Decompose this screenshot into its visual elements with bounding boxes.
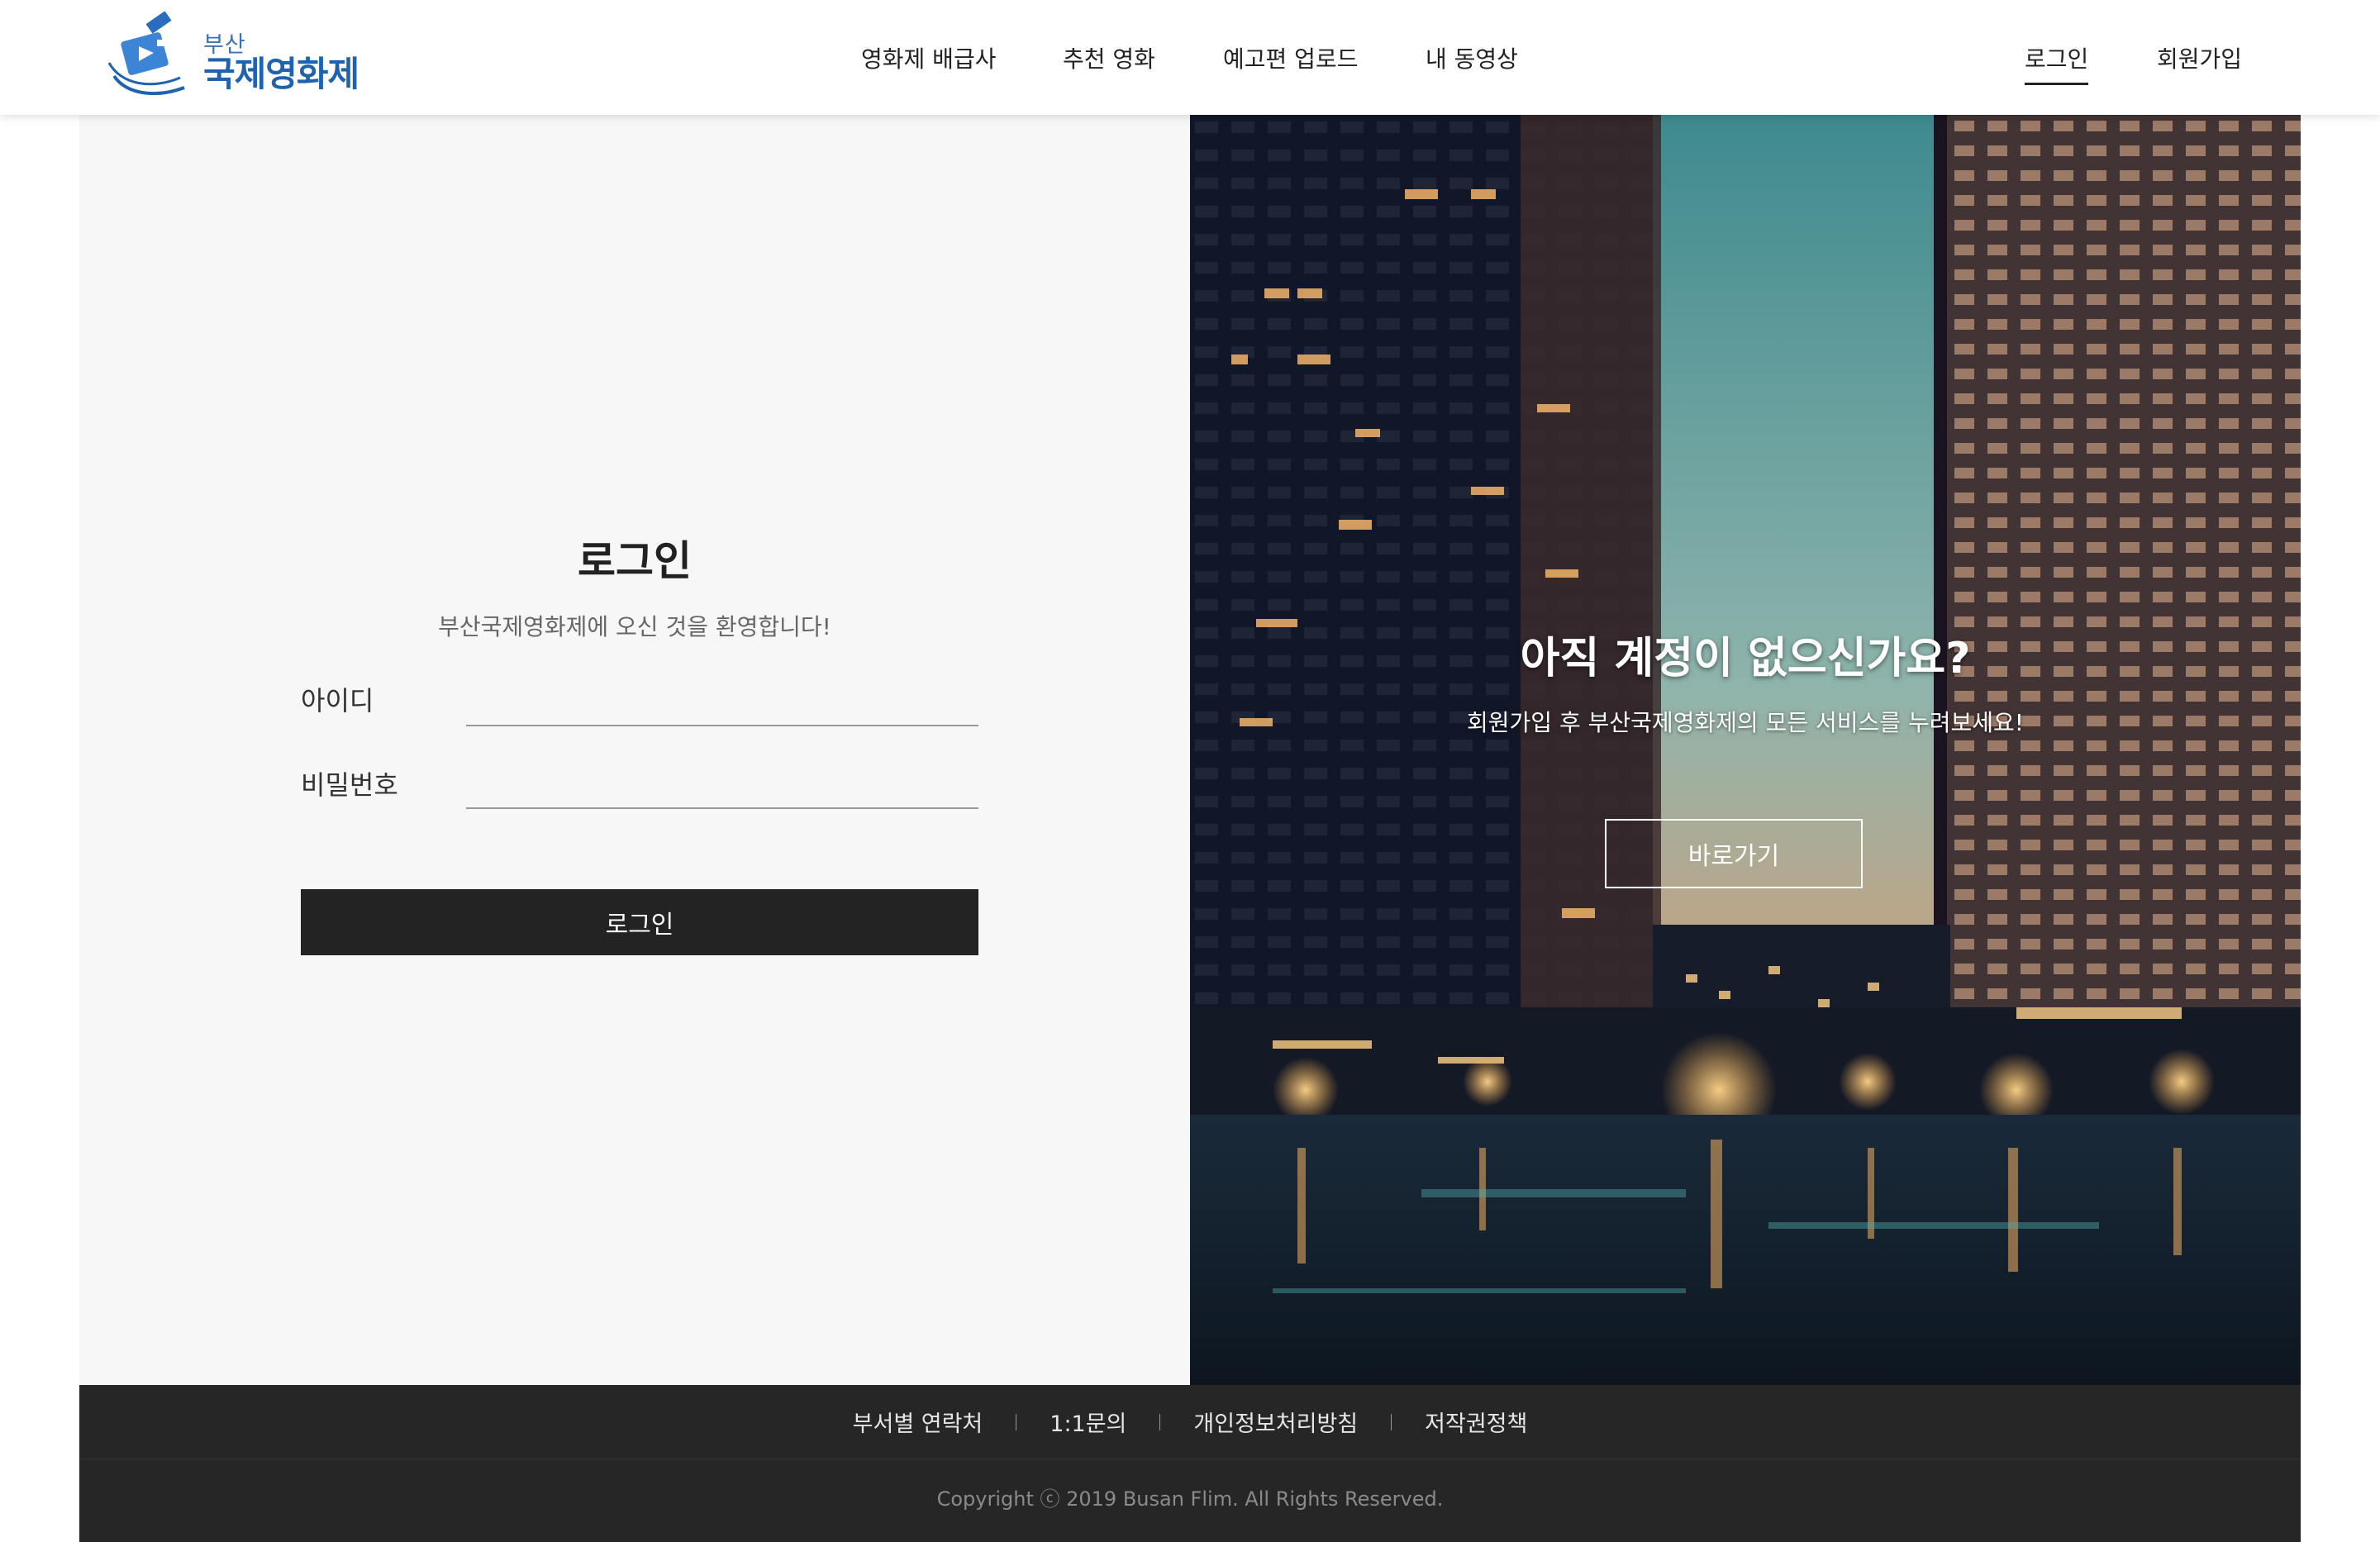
nav-signup-link[interactable]: 회원가입 bbox=[2157, 41, 2242, 74]
footer-link-copyright-policy[interactable]: 저작권정책 bbox=[1425, 1406, 1527, 1438]
nav-item-distributors[interactable]: 영화제 배급사 bbox=[861, 41, 996, 74]
nav-item-recommended[interactable]: 추천 영화 bbox=[1063, 41, 1155, 74]
footer-links: 부서별 연락처 1:1문의 개인정보처리방침 저작권정책 bbox=[79, 1385, 2301, 1459]
login-title: 로그인 bbox=[578, 537, 692, 585]
promo-subtitle: 회원가입 후 부산국제영화제의 모든 서비스를 누려보세요! bbox=[1467, 709, 2024, 736]
login-panel: 로그인 부산국제영화제에 오신 것을 환영합니다! 아이디 비밀번호 로그인 bbox=[79, 115, 1190, 1385]
nav-item-my-videos[interactable]: 내 동영상 bbox=[1426, 41, 1518, 74]
nav-login-link[interactable]: 로그인 bbox=[2025, 41, 2089, 85]
password-input[interactable] bbox=[466, 764, 978, 809]
footer-divider bbox=[1391, 1413, 1392, 1430]
id-label: 아이디 bbox=[301, 685, 374, 716]
signup-promo-panel: 아직 계정이 없으신가요? 회원가입 후 부산국제영화제의 모든 서비스를 누려… bbox=[1190, 115, 2301, 1385]
copyright-text: Copyright ⓒ 2019 Busan Flim. All Rights … bbox=[936, 1487, 1444, 1511]
footer-divider bbox=[1159, 1413, 1161, 1430]
night-city-background bbox=[1190, 115, 2301, 1385]
nav-item-trailer-upload[interactable]: 예고편 업로드 bbox=[1223, 41, 1358, 74]
go-signup-button[interactable]: 바로가기 bbox=[1605, 819, 1863, 888]
login-button[interactable]: 로그인 bbox=[301, 889, 978, 955]
password-label: 비밀번호 bbox=[301, 769, 398, 801]
footer-link-privacy[interactable]: 개인정보처리방침 bbox=[1193, 1406, 1358, 1438]
id-input[interactable] bbox=[466, 682, 978, 726]
promo-title: 아직 계정이 없으신가요? bbox=[1520, 634, 1971, 683]
footer-link-contacts[interactable]: 부서별 연락처 bbox=[853, 1406, 983, 1438]
main-nav: 영화제 배급사 추천 영화 예고편 업로드 내 동영상 로그인 회원가입 bbox=[0, 0, 2380, 115]
login-welcome-text: 부산국제영화제에 오신 것을 환영합니다! bbox=[438, 613, 831, 640]
site-header: 부산 국제영화제 영화제 배급사 추천 영화 예고편 업로드 내 동영상 로그인… bbox=[0, 0, 2380, 115]
footer-link-inquiry[interactable]: 1:1문의 bbox=[1050, 1406, 1126, 1438]
site-footer: 부서별 연락처 1:1문의 개인정보처리방침 저작권정책 Copyright ⓒ… bbox=[79, 1385, 2301, 1542]
